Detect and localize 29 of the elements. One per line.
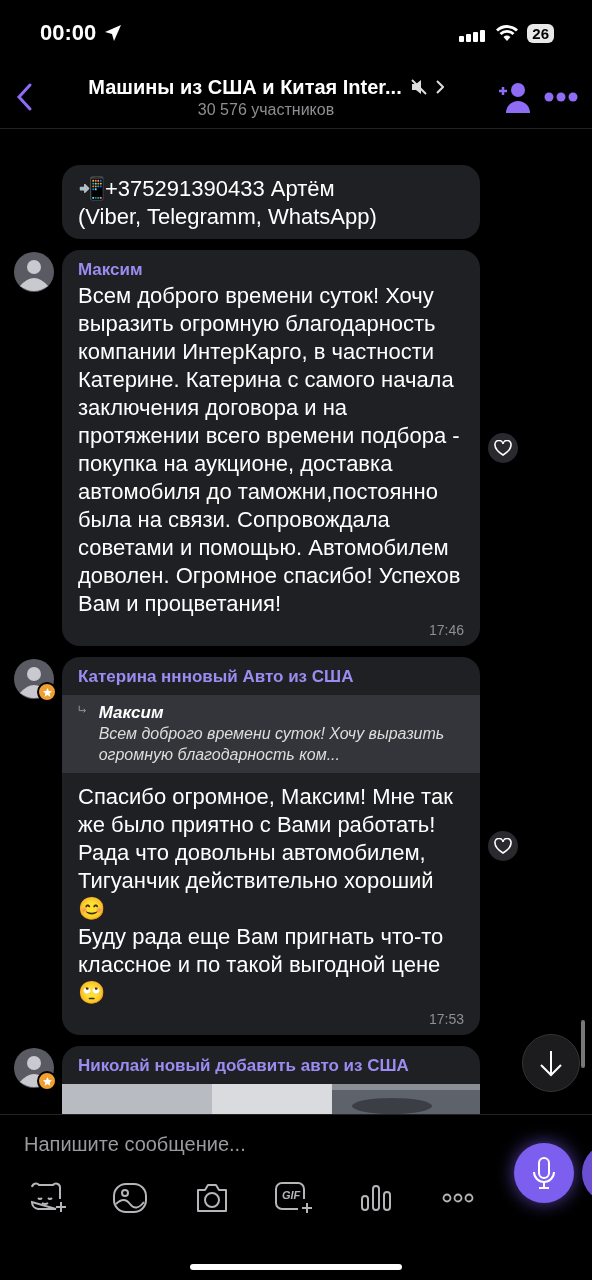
- microphone-button[interactable]: [514, 1143, 574, 1203]
- message-text: Всем доброго времени суток! Хочу выразить огромную благодарность компании ИнтерКарго, в частности Катерине. Катерина с самого начала заключения договора и на протяжении всего времени подбора - покупка на аукционе, доставка автомобиля до таможни,постоянно была на связи. Сопровождала советами и помощью. Автомобилем доволен. Огромное спасибо! Успехов Вам и процветания!: [78, 282, 462, 618]
- battery-level: 26: [527, 23, 554, 43]
- sender-name: Катерина ннновый Авто из США: [78, 667, 355, 687]
- scrollbar: [581, 1020, 585, 1068]
- like-button[interactable]: [488, 433, 518, 463]
- sender-name: Николай новый добавить авто из США: [78, 1056, 410, 1076]
- status-time: 00:00: [40, 20, 97, 46]
- like-button[interactable]: [488, 831, 518, 861]
- location-icon: [104, 24, 123, 42]
- wifi-icon: [495, 24, 520, 42]
- gif-button[interactable]: GIF: [270, 1178, 318, 1218]
- more-icon[interactable]: [544, 92, 578, 102]
- message-text: Спасибо огромное, Максим! Мне так же было приятно с Вами работать! Рада что довольны автомобилем, Тигуанчик действительно хороший 😊 Буду рада еще Вам пригнать что-то классное и по такой выгодной цене 🙄: [78, 783, 454, 1007]
- microphone-icon: [531, 1156, 557, 1190]
- sender-name: Максим: [78, 260, 144, 280]
- reply-text: Всем доброго времени суток! Хочу выразить огромную благодарность ком...: [98, 724, 446, 765]
- chat-title[interactable]: Машины из США и Китая Inter...: [88, 75, 402, 99]
- avatar: [14, 252, 54, 292]
- heart-icon: [494, 440, 512, 456]
- message-time: 17:46: [427, 622, 464, 638]
- chevron-icon: [435, 80, 444, 94]
- message-time: 17:53: [427, 1011, 464, 1027]
- heart-icon: [494, 838, 512, 854]
- message-text: 📲+375291390433 Артём (Viber, Telegramm, WhatsApp): [78, 175, 378, 231]
- member-count: 30 576 участников: [197, 100, 335, 119]
- message-input[interactable]: Напишите сообщение...: [24, 1133, 464, 1156]
- arrow-down-icon: [538, 1049, 564, 1077]
- reply-sender: Максим: [98, 703, 165, 723]
